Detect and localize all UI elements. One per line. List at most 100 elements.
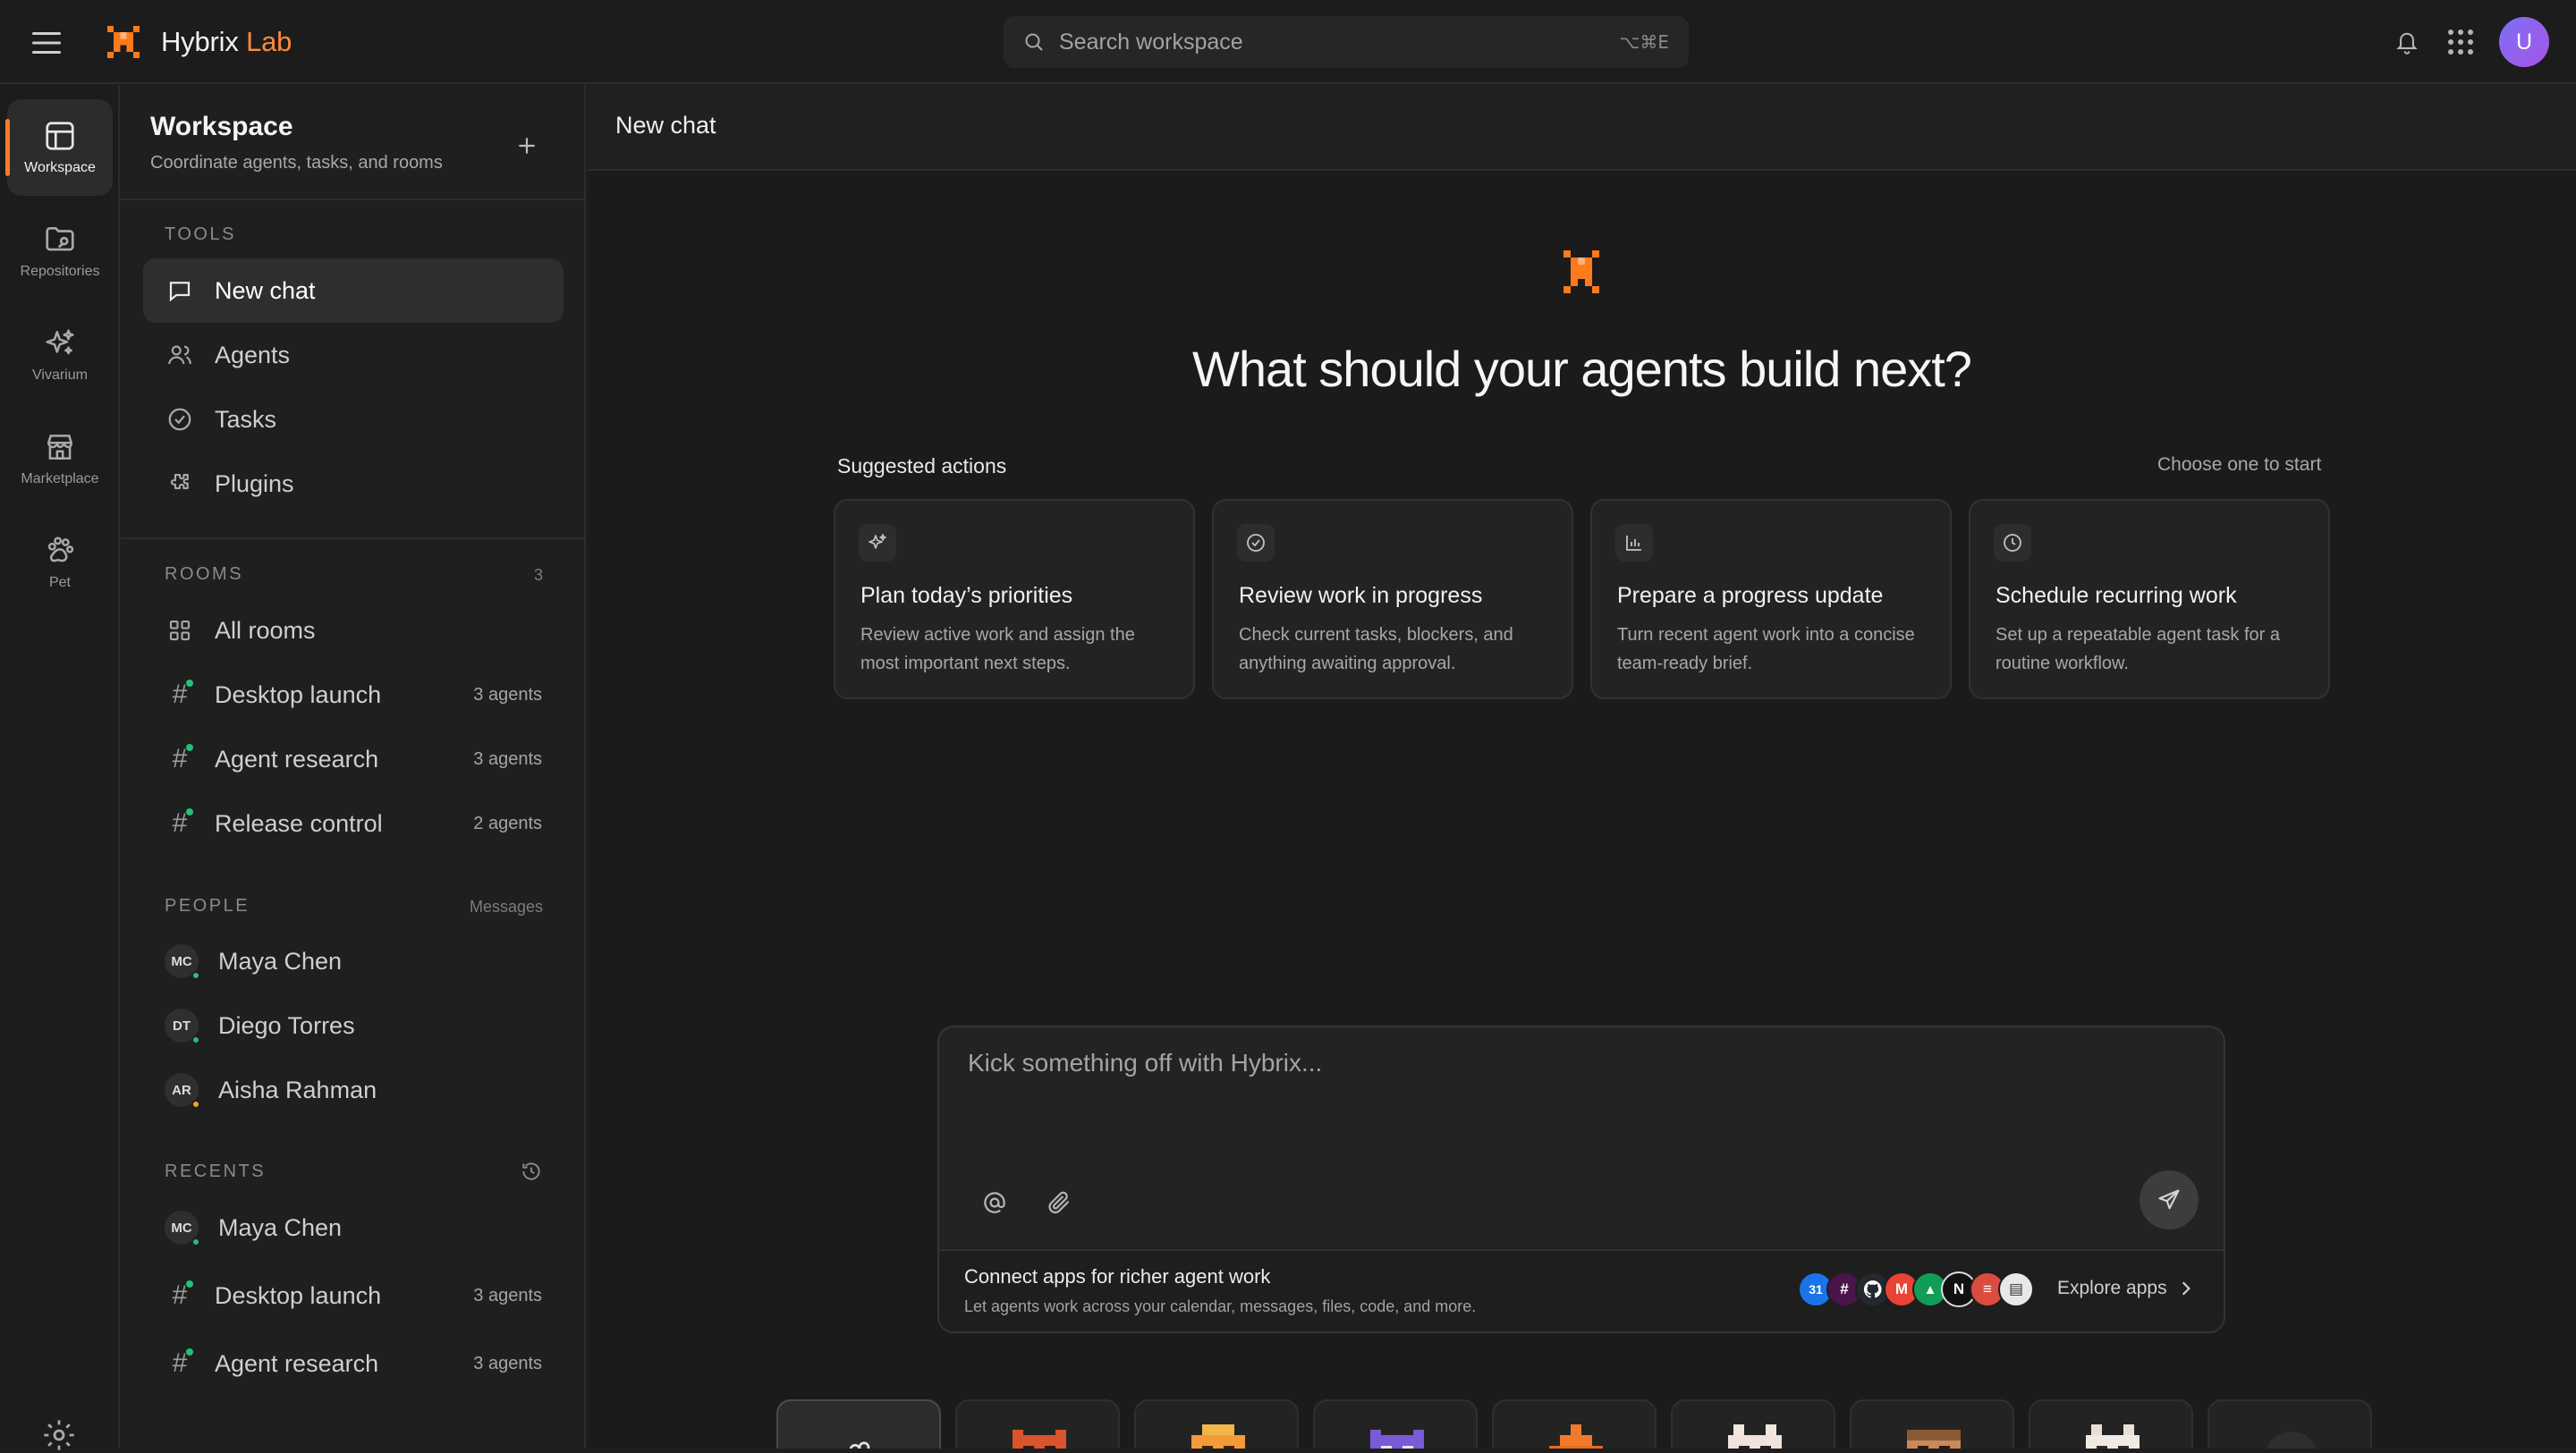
- sidebar-item-label: Agents: [215, 341, 291, 368]
- search-bar[interactable]: ⌥⌘E: [1004, 16, 1689, 68]
- clock-icon: [1994, 524, 2031, 562]
- brand[interactable]: Hybrix Lab: [107, 20, 292, 64]
- rail-item-workspace[interactable]: Workspace: [5, 99, 113, 196]
- room-item-release-control[interactable]: # Release control 2 agents: [143, 791, 564, 856]
- send-button[interactable]: [2140, 1170, 2199, 1229]
- agent-avatar-tile[interactable]: [1313, 1399, 1478, 1449]
- store-icon: [43, 430, 77, 464]
- room-agent-count: 2 agents: [473, 813, 542, 833]
- suggestion-card-review-work[interactable]: Review work in progress Check current ta…: [1212, 499, 1573, 699]
- suggestion-card-plan-priorities[interactable]: Plan today’s priorities Review active wo…: [834, 499, 1195, 699]
- room-item-desktop-launch[interactable]: # Desktop launch 3 agents: [143, 663, 564, 727]
- hybrix-logo-icon: [1563, 250, 1600, 293]
- add-icon[interactable]: [505, 124, 548, 167]
- hamburger-menu-icon[interactable]: [25, 21, 68, 64]
- mention-at-icon[interactable]: [973, 1181, 1016, 1224]
- rail-label: Marketplace: [21, 471, 99, 486]
- paperclip-icon[interactable]: [1038, 1181, 1080, 1224]
- agent-sprite-icon: [1902, 1419, 1966, 1449]
- brand-name: Hybrix Lab: [161, 26, 292, 57]
- recents-section-header: RECENTS: [165, 1162, 267, 1181]
- room-item-agent-research[interactable]: # Agent research 3 agents: [143, 727, 564, 791]
- recent-label: Agent research: [215, 1349, 379, 1377]
- sidebar-item-new-chat[interactable]: New chat: [143, 258, 564, 323]
- agent-strip-next[interactable]: [2207, 1399, 2372, 1449]
- rail-label: Workspace: [24, 160, 96, 175]
- agent-sprite-icon: [1723, 1419, 1787, 1449]
- explore-apps-link[interactable]: Explore apps: [2057, 1278, 2192, 1299]
- app-icon-stack[interactable]: 31 # M ▲ N ≡ ▤: [1798, 1271, 2034, 1311]
- room-agent-count: 3 agents: [473, 1285, 542, 1305]
- agent-sprite-icon: [1007, 1419, 1072, 1449]
- hash-icon: #: [165, 1280, 195, 1311]
- tools-section-header: TOOLS: [165, 224, 236, 244]
- people-section-header: PEOPLE: [165, 896, 250, 916]
- room-agent-count: 3 agents: [473, 748, 542, 769]
- check-circle-icon: [1237, 524, 1275, 562]
- page-title: New chat: [615, 112, 716, 139]
- recent-item-maya-chen[interactable]: MC Maya Chen: [143, 1195, 564, 1260]
- sidebar-item-all-rooms[interactable]: All rooms: [143, 598, 564, 663]
- chevron-right-icon: [2265, 1432, 2318, 1449]
- prompt-input[interactable]: [968, 1049, 2193, 1147]
- agent-avatar-tile[interactable]: [1850, 1399, 2014, 1449]
- person-item-maya-chen[interactable]: MC Maya Chen: [143, 929, 564, 993]
- agent-avatar-tile[interactable]: [1492, 1399, 1657, 1449]
- agent-avatar-tile[interactable]: [1671, 1399, 1835, 1449]
- agent-avatar-tile[interactable]: [955, 1399, 1120, 1449]
- connect-apps-bar: Connect apps for richer agent work Let a…: [939, 1249, 2224, 1331]
- person-avatar: MC: [165, 944, 200, 980]
- person-name: Maya Chen: [218, 947, 343, 975]
- room-agent-count: 3 agents: [473, 684, 542, 705]
- person-item-diego-torres[interactable]: DT Diego Torres: [143, 993, 564, 1058]
- rail-item-marketplace[interactable]: Marketplace: [7, 410, 113, 507]
- person-name: Diego Torres: [218, 1011, 355, 1039]
- explore-apps-label: Explore apps: [2057, 1278, 2167, 1298]
- card-description: Set up a repeatable agent task for a rou…: [1996, 625, 2280, 673]
- person-avatar: DT: [165, 1009, 200, 1044]
- online-status-dot: [191, 1238, 200, 1246]
- paw-icon: [43, 534, 77, 568]
- user-avatar[interactable]: U: [2499, 17, 2549, 67]
- brand-logo-icon: [107, 26, 140, 58]
- bookmark-app-icon: ▤: [1998, 1271, 2034, 1307]
- connect-apps-subtitle: Let agents work across your calendar, me…: [964, 1297, 1477, 1315]
- rail-label: Pet: [48, 575, 71, 590]
- rail-item-pet[interactable]: Pet: [7, 514, 113, 611]
- suggestion-card-progress-update[interactable]: Prepare a progress update Turn recent ag…: [1590, 499, 1952, 699]
- agent-avatar-tile[interactable]: [2029, 1399, 2193, 1449]
- search-icon: [1023, 31, 1045, 53]
- bell-icon[interactable]: [2388, 23, 2426, 61]
- rail-item-vivarium[interactable]: Vivarium: [7, 307, 113, 403]
- history-icon[interactable]: [520, 1160, 543, 1183]
- hash-icon: #: [165, 744, 195, 774]
- check-circle-icon: [165, 404, 195, 435]
- person-avatar: MC: [165, 1211, 200, 1246]
- card-title: Plan today’s priorities: [860, 583, 1073, 608]
- sidebar-item-tasks[interactable]: Tasks: [143, 387, 564, 452]
- recent-label: Desktop launch: [215, 1281, 382, 1309]
- room-agent-count: 3 agents: [473, 1353, 542, 1373]
- search-input[interactable]: [1059, 29, 1620, 55]
- sidebar-item-agents[interactable]: Agents: [143, 323, 564, 387]
- agent-tile-link[interactable]: [776, 1399, 941, 1449]
- main-header: New chat: [588, 85, 2576, 171]
- main-panel: New chat What should your agents build n…: [588, 85, 2576, 1449]
- sidebar-title: Workspace: [150, 112, 293, 141]
- card-title: Review work in progress: [1239, 583, 1483, 608]
- room-label: Desktop launch: [215, 680, 382, 708]
- recent-item-agent-research[interactable]: # Agent research 3 agents: [143, 1331, 564, 1396]
- sidebar-subtitle: Coordinate agents, tasks, and rooms: [150, 153, 443, 173]
- person-avatar: AR: [165, 1073, 200, 1109]
- suggestion-card-schedule-work[interactable]: Schedule recurring work Set up a repeata…: [1969, 499, 2330, 699]
- agent-avatar-tile[interactable]: [1134, 1399, 1299, 1449]
- person-item-aisha-rahman[interactable]: AR Aisha Rahman: [143, 1058, 564, 1122]
- messages-link[interactable]: Messages: [470, 898, 543, 917]
- apps-grid-icon[interactable]: [2442, 23, 2479, 61]
- recent-item-desktop-launch[interactable]: # Desktop launch 3 agents: [143, 1263, 564, 1328]
- hash-icon: #: [165, 808, 195, 839]
- settings-gear-icon[interactable]: [41, 1417, 77, 1453]
- sidebar-item-plugins[interactable]: Plugins: [143, 452, 564, 516]
- person-name: Aisha Rahman: [218, 1076, 377, 1103]
- rail-item-repositories[interactable]: Repositories: [7, 203, 113, 300]
